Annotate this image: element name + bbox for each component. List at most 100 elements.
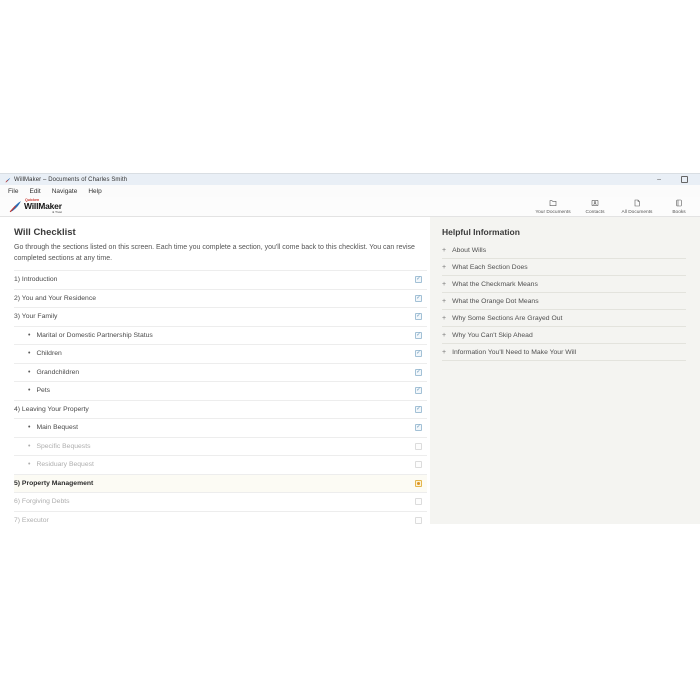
- toolbar-label: Books: [672, 210, 685, 215]
- helpful-info-items: +About Wills+What Each Section Does+What…: [442, 242, 686, 361]
- menu-item-edit[interactable]: Edit: [29, 188, 40, 195]
- checklist-row[interactable]: • Pets ✓: [14, 381, 427, 400]
- expand-plus-icon: +: [442, 298, 446, 305]
- checklist-row[interactable]: 5) Property Management: [14, 474, 427, 493]
- helpful-info-item[interactable]: +What the Checkmark Means: [442, 276, 686, 293]
- minimize-button[interactable]: –: [657, 176, 661, 183]
- checklist-row: • Specific Bequests: [14, 437, 427, 456]
- document-icon: [633, 199, 641, 209]
- toolbar: Your Documents Contacts All Documents Books: [532, 199, 700, 215]
- empty-checkbox-icon: [415, 498, 422, 505]
- checklist-item-label: Main Bequest: [36, 424, 78, 431]
- checklist-description: Go through the sections listed on this s…: [14, 243, 422, 264]
- window-title: WillMaker – Documents of Charles Smith: [14, 177, 127, 183]
- checklist-row[interactable]: • Main Bequest ✓: [14, 418, 427, 437]
- helpful-info-item[interactable]: +About Wills: [442, 242, 686, 259]
- toolbar-books[interactable]: Books: [658, 199, 700, 215]
- menu-item-navigate[interactable]: Navigate: [52, 188, 78, 195]
- page-title: Will Checklist: [14, 227, 430, 238]
- helpful-info-label: Information You'll Need to Make Your Wil…: [452, 349, 576, 356]
- checklist-item-label: 5) Property Management: [14, 480, 93, 487]
- content-area: Will Checklist Go through the sections l…: [0, 217, 700, 524]
- helpful-info-label: What the Checkmark Means: [452, 281, 538, 288]
- maximize-button[interactable]: [681, 176, 688, 183]
- checklist-row[interactable]: •Grandchildren✓: [14, 363, 427, 382]
- checklist-row[interactable]: 4) Leaving Your Property ✓: [14, 400, 427, 419]
- logo-suffix: & Trust: [24, 211, 62, 214]
- toolbar-label: All Documents: [622, 210, 653, 215]
- checklist-panel: Will Checklist Go through the sections l…: [0, 217, 430, 524]
- helpful-info-label: About Wills: [452, 247, 486, 254]
- quill-icon: [9, 200, 22, 213]
- app-header: Quicken WillMaker & Trust Your Documents…: [0, 197, 700, 217]
- expand-plus-icon: +: [442, 349, 446, 356]
- app-window: WillMaker – Documents of Charles Smith –…: [0, 173, 700, 524]
- empty-checkbox-icon: [415, 517, 422, 524]
- toolbar-all-documents[interactable]: All Documents: [616, 199, 658, 215]
- checklist-row[interactable]: 1) Introduction ✓: [14, 270, 427, 289]
- expand-plus-icon: +: [442, 332, 446, 339]
- helpful-info-item[interactable]: + What the Orange Dot Means: [442, 293, 686, 310]
- toolbar-your-documents[interactable]: Your Documents: [532, 199, 574, 215]
- checklist-item-label: Marital or Domestic Partnership Status: [36, 332, 152, 339]
- checked-checkbox-icon: ✓: [415, 387, 422, 394]
- checked-checkbox-icon: ✓: [415, 424, 422, 431]
- helpful-info-item[interactable]: + Information You'll Need to Make Your Wi…: [442, 344, 686, 361]
- helpful-info-item[interactable]: + Why Some Sections Are Grayed Out: [442, 310, 686, 327]
- checklist-item-label: 3) Your Family: [14, 313, 57, 320]
- checklist-item-label: Children: [36, 350, 61, 357]
- app-logo: Quicken WillMaker & Trust: [9, 199, 62, 215]
- logo-text: Quicken WillMaker & Trust: [24, 199, 62, 215]
- checklist-row[interactable]: 3) Your Family ✓: [14, 307, 427, 326]
- expand-plus-icon: +: [442, 315, 446, 322]
- checklist-row: 6) Forgiving Debts: [14, 492, 427, 511]
- bullet-icon: •: [28, 424, 30, 431]
- helpful-info-title: Helpful Information: [442, 227, 686, 237]
- checked-checkbox-icon: ✓: [415, 276, 422, 283]
- menu-item-help[interactable]: Help: [88, 188, 101, 195]
- helpful-info-label: What Each Section Does: [452, 264, 528, 271]
- bullet-icon: •: [28, 350, 30, 357]
- checklist-row[interactable]: • Children ✓: [14, 344, 427, 363]
- helpful-info-label: Why Some Sections Are Grayed Out: [452, 315, 562, 322]
- helpful-info-item[interactable]: + What Each Section Does: [442, 259, 686, 276]
- checklist-item-label: 2) You and Your Residence: [14, 295, 96, 302]
- bullet-icon: •: [28, 369, 30, 376]
- checklist-row[interactable]: 2) You and Your Residence ✓: [14, 289, 427, 308]
- expand-plus-icon: +: [442, 264, 446, 271]
- bullet-icon: •: [28, 387, 30, 394]
- helpful-info-label: Why You Can't Skip Ahead: [452, 332, 533, 339]
- checklist-item-label: 7) Executor: [14, 517, 49, 524]
- checklist-item-label: Pets: [36, 387, 50, 394]
- menu-bar: File Edit Navigate Help: [0, 185, 700, 197]
- title-bar: WillMaker – Documents of Charles Smith –: [0, 174, 700, 185]
- checklist-row: • Residuary Bequest: [14, 455, 427, 474]
- menu-item-file[interactable]: File: [8, 188, 18, 195]
- checklist-row: 7) Executor: [14, 511, 427, 525]
- window-controls: –: [657, 176, 700, 183]
- checklist-item-label: 4) Leaving Your Property: [14, 406, 89, 413]
- checklist-items: 1) Introduction✓2) You and Your Residenc…: [14, 270, 427, 524]
- helpful-info-panel: Helpful Information +About Wills+What Ea…: [430, 217, 700, 524]
- checked-checkbox-icon: ✓: [415, 295, 422, 302]
- checked-checkbox-icon: ✓: [415, 332, 422, 339]
- empty-checkbox-icon: [415, 443, 422, 450]
- checklist-row[interactable]: •Marital or Domestic Partnership Status✓: [14, 326, 427, 345]
- toolbar-contacts[interactable]: Contacts: [574, 199, 616, 215]
- checked-checkbox-icon: ✓: [415, 350, 422, 357]
- bullet-icon: •: [28, 461, 30, 468]
- helpful-info-label: What the Orange Dot Means: [452, 298, 539, 305]
- checked-checkbox-icon: ✓: [415, 369, 422, 376]
- checklist-item-label: Residuary Bequest: [36, 461, 93, 468]
- toolbar-label: Contacts: [586, 210, 605, 215]
- toolbar-label: Your Documents: [535, 210, 570, 215]
- empty-checkbox-icon: [415, 461, 422, 468]
- helpful-info-item[interactable]: + Why You Can't Skip Ahead: [442, 327, 686, 344]
- checked-checkbox-icon: ✓: [415, 406, 422, 413]
- bullet-icon: •: [28, 443, 30, 450]
- folder-icon: [549, 199, 557, 209]
- checked-checkbox-icon: ✓: [415, 313, 422, 320]
- checklist-item-label: Specific Bequests: [36, 443, 90, 450]
- desktop: { "window": { "title": "WillMaker – Docu…: [0, 0, 700, 700]
- checklist-item-label: 1) Introduction: [14, 276, 57, 283]
